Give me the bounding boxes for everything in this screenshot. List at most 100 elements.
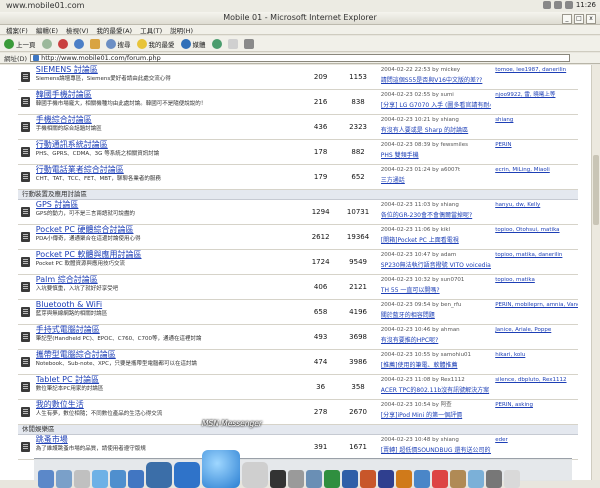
address-input[interactable]: http://www.mobile01.com/forum.php (30, 54, 571, 62)
forward-button[interactable] (41, 38, 52, 49)
moderators[interactable]: shiang (491, 115, 578, 139)
last-post-link[interactable]: ACER TPC的802.11b沒有訊號解決方案 (381, 385, 491, 394)
download-icon[interactable] (242, 462, 268, 488)
forum-title-link[interactable]: 行動電話業者綜合討論區 (36, 165, 302, 175)
last-post-link[interactable]: 關於藍牙的相容問題 (381, 310, 491, 319)
forum-row: Pocket PC 硬體綜合討論區 PDA小傳奇，通通聚合在這邊討論使用心得 261… (18, 225, 578, 250)
finder-icon[interactable] (38, 470, 54, 488)
trash-icon[interactable] (504, 470, 520, 488)
forum-status-cell (18, 350, 34, 374)
forum-title-link[interactable]: GPS 討論區 (36, 200, 302, 210)
ical-icon[interactable] (432, 470, 448, 488)
print-button[interactable] (243, 38, 254, 49)
search-button[interactable]: 搜尋 (105, 38, 131, 49)
last-post-link[interactable]: SP230無法執行語音撥號 VITO voicedialer (381, 260, 491, 269)
excel-icon[interactable] (324, 470, 340, 488)
clock[interactable]: 11:26 (576, 1, 596, 9)
maximize-button[interactable]: □ (574, 14, 584, 24)
moderators[interactable]: tomoe, lee1987, danerilin (491, 65, 578, 89)
msn-messenger-icon[interactable] (202, 450, 240, 488)
last-post-link[interactable]: PHS 雙頻手機 (381, 150, 491, 159)
last-post-link[interactable]: 請問這個S55是否與V16中文版的差?? (381, 75, 491, 84)
vertical-scrollbar[interactable] (591, 65, 600, 480)
address-book-icon[interactable] (450, 470, 466, 488)
moderators[interactable]: topioo, matika (491, 275, 578, 299)
moderators[interactable]: ecrin, MiLing, Miaoli (491, 165, 578, 189)
mail-envelope-icon[interactable] (174, 462, 200, 488)
moderators[interactable]: topioo, matika, danerilin (491, 250, 578, 274)
moderators[interactable]: topioo, Otohsui, matika (491, 225, 578, 249)
last-post-link[interactable]: 各位的GR-230會不會偶爾當掉呢? (381, 210, 491, 219)
forum-title-link[interactable]: Bluetooth & WiFi (36, 300, 302, 310)
back-button[interactable]: 上一頁 (4, 38, 36, 49)
mail-app-icon[interactable] (56, 470, 72, 488)
history-button[interactable] (211, 38, 222, 49)
battery-icon[interactable] (564, 1, 573, 9)
forum-title-link[interactable]: 我的數位生活 (36, 400, 302, 410)
calculator-icon[interactable] (486, 470, 502, 488)
moderators[interactable]: hikari, kolu (491, 350, 578, 374)
forum-title-link[interactable]: SIEMENS 討論區 (36, 65, 302, 75)
last-post-link[interactable]: [分享]iPod Mini 的第一個評價 (381, 410, 491, 419)
last-post-link[interactable]: 三方通話 (381, 175, 491, 184)
mail-button[interactable] (227, 38, 238, 49)
menu-edit[interactable]: 編輯(E) (36, 25, 58, 35)
last-post-link[interactable]: [推薦]使用的筆電、軟體推薦 (381, 360, 491, 369)
forum-title-link[interactable]: 手持式電腦討論區 (36, 325, 302, 335)
safari-icon[interactable] (128, 470, 144, 488)
last-post-link[interactable]: 有沒有人要或是 Sharp 的討論區 (381, 125, 491, 134)
moderators[interactable]: PERIN, mobileprn, amnia, Vanek (491, 300, 578, 324)
forum-title-link[interactable]: 行動通訊系統討論區 (36, 140, 302, 150)
last-post: 2004-02-22 22:53 by mickey 請問這個S55是否與V16中… (377, 65, 491, 89)
moderators[interactable]: Janice, Ariale, Poppe (491, 325, 578, 349)
menu-file[interactable]: 檔案(F) (6, 25, 28, 35)
refresh-button[interactable] (73, 38, 84, 49)
bluetooth-icon[interactable] (542, 1, 551, 9)
ichat-icon[interactable] (92, 470, 108, 488)
forum-title-link[interactable]: Palm 綜合討論區 (36, 275, 302, 285)
last-post-link[interactable]: 有沒有要推的HPC呢? (381, 335, 491, 344)
menu-help[interactable]: 說明(H) (170, 25, 193, 35)
media-button[interactable]: 媒體 (180, 38, 206, 49)
last-post-link[interactable]: [開箱]Pocket PC 上面看電視 (381, 235, 491, 244)
moderators[interactable]: PERIN, asking (491, 400, 578, 424)
forum-title-link[interactable]: 韓國手機討論區 (36, 90, 302, 100)
stop-button[interactable] (57, 38, 68, 49)
forum-title-link[interactable]: Tablet PC 討論區 (36, 375, 302, 385)
volume-icon[interactable] (553, 1, 562, 9)
iphoto-icon[interactable] (306, 470, 322, 488)
last-post-link[interactable]: [分享] LG G7070 入手 (圖多看官請有耐心) (381, 100, 491, 109)
minimize-button[interactable]: _ (562, 14, 572, 24)
forum-row: 行動電話業者綜合討論區 CHT、TAT、TCC、FET、MBT，聊聊各業者的服務 1… (18, 165, 578, 190)
quicktime-icon[interactable] (414, 470, 430, 488)
itunes-icon[interactable] (110, 470, 126, 488)
forum-title-link[interactable]: Pocket PC 軟體與應用討論區 (36, 250, 302, 260)
forum-title-link[interactable]: 手機綜合討論區 (36, 115, 302, 125)
illustrator-icon[interactable] (396, 470, 412, 488)
powerpoint-icon[interactable] (360, 470, 376, 488)
home-button[interactable] (89, 38, 100, 49)
forum-title-link[interactable]: 攜帶型電腦綜合討論區 (36, 350, 302, 360)
scrollbar-thumb[interactable] (593, 155, 599, 225)
clock-app-icon[interactable] (74, 470, 90, 488)
window-titlebar[interactable]: Mobile 01 - Microsoft Internet Explorer … (0, 12, 600, 25)
screen-app-icon[interactable] (146, 462, 172, 488)
terminal-icon[interactable] (270, 470, 286, 488)
topic-count: 1724 (311, 258, 330, 266)
system-prefs-icon[interactable] (288, 470, 304, 488)
moderators[interactable]: njoo9922, 雷, 曉曦上等 (491, 90, 578, 114)
menu-favorites[interactable]: 我的最愛(A) (97, 25, 133, 35)
word-icon[interactable] (342, 470, 358, 488)
forum-document-icon (21, 307, 31, 317)
last-post-link[interactable]: TH 55 一直可以開嗎? (381, 285, 491, 294)
preview-icon[interactable] (468, 470, 484, 488)
moderators[interactable]: silence, dbpluto, Rex1112 (491, 375, 578, 399)
close-button[interactable]: x (586, 14, 596, 24)
menu-view[interactable]: 檢視(V) (66, 25, 89, 35)
menu-tools[interactable]: 工具(T) (140, 25, 162, 35)
moderators[interactable]: PERIN (491, 140, 578, 164)
moderators[interactable]: hanyu, dw, Kelly (491, 200, 578, 224)
forum-title-link[interactable]: Pocket PC 硬體綜合討論區 (36, 225, 302, 235)
favorites-button[interactable]: 我的最愛 (136, 38, 175, 49)
photoshop-icon[interactable] (378, 470, 394, 488)
